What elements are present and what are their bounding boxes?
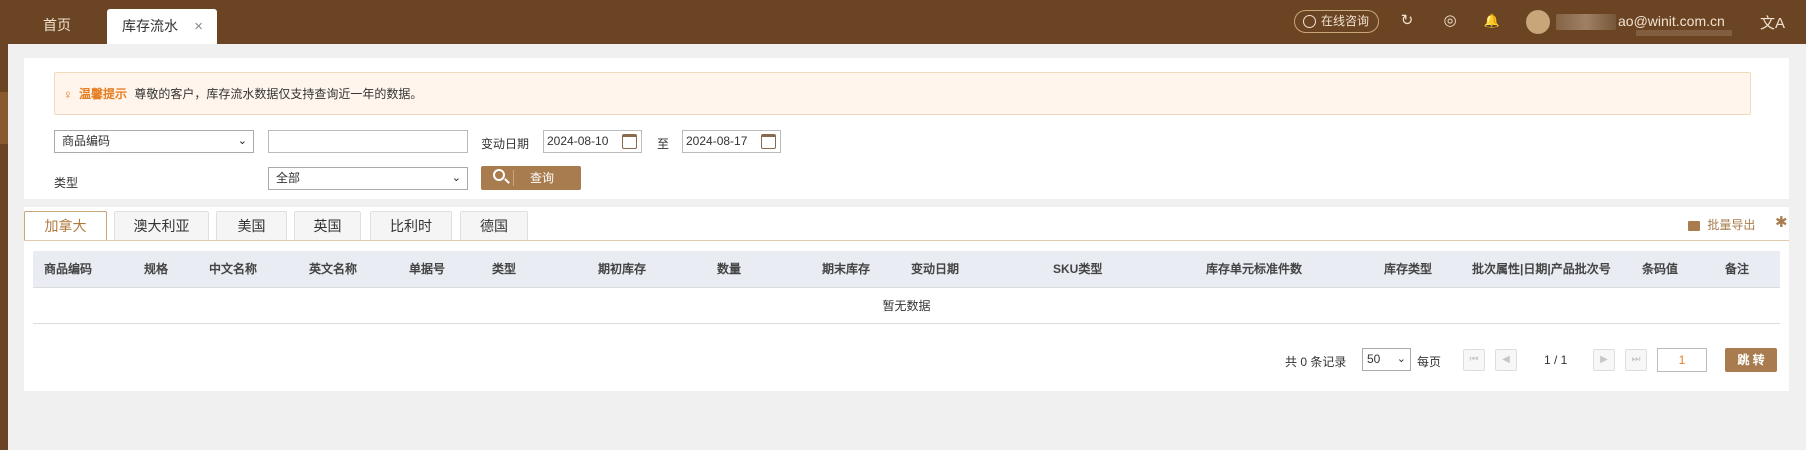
query-button-label: 查询 (530, 171, 555, 185)
col-type[interactable]: 类型 (492, 251, 516, 288)
col-doc-no[interactable]: 单据号 (409, 251, 445, 288)
search-icon (493, 169, 505, 181)
date-to-value: 2024-08-17 (686, 134, 748, 148)
per-page-label: 每页 (1417, 355, 1442, 369)
next-page-icon[interactable]: ▶ (1593, 349, 1615, 371)
notice-title: 温馨提示 (79, 87, 128, 101)
avatar[interactable] (1526, 10, 1550, 34)
notice-text: 尊敬的客户，库存流水数据仅支持查询近一年的数据。 (134, 87, 423, 101)
col-quantity[interactable]: 数量 (717, 251, 741, 288)
tab-belgium[interactable]: 比利时 (370, 211, 452, 240)
col-batch-attr[interactable]: 批次属性|日期|产品批次号 (1472, 251, 1611, 288)
keyword-input[interactable] (268, 130, 468, 153)
tab-home[interactable]: 首页 (22, 0, 92, 44)
total-records: 共 0 条记录 (1285, 355, 1347, 369)
tab-underline (24, 240, 1789, 241)
page-number-input[interactable]: 1 (1657, 348, 1707, 372)
chevron-down-icon: ⌄ (237, 135, 247, 147)
tab-usa[interactable]: 美国 (216, 211, 287, 240)
empty-table-message: 暂无数据 (33, 288, 1780, 324)
online-consult-label: 在线咨询 (1321, 14, 1370, 28)
type-select[interactable]: 全部 ⌄ (268, 167, 468, 190)
shield-check-icon[interactable]: ◎ (1441, 12, 1459, 30)
query-button[interactable]: 查询 (481, 166, 581, 190)
col-closing-stock[interactable]: 期末库存 (822, 251, 870, 288)
col-cn-name[interactable]: 中文名称 (209, 251, 257, 288)
tab-uk[interactable]: 英国 (294, 211, 361, 240)
col-opening-stock[interactable]: 期初库存 (598, 251, 646, 288)
headset-icon (1303, 15, 1316, 28)
tab-inventory-flow-label: 库存流水 (122, 18, 178, 34)
batch-export-button[interactable]: 批量导出 (1688, 216, 1755, 233)
bell-icon[interactable]: 🔔 (1483, 12, 1501, 30)
page-size-value: 50 (1367, 352, 1381, 366)
top-nav-bar: 首页 库存流水 × 在线咨询 ↻ ◎ 🔔 ao@winit.com.cn 文A (0, 0, 1806, 44)
date-label: 变动日期 (481, 137, 530, 151)
page-info: 1 / 1 (1544, 353, 1568, 367)
col-barcode[interactable]: 条码值 (1642, 251, 1678, 288)
tab-canada[interactable]: 加拿大 (24, 211, 107, 240)
type-select-value: 全部 (276, 171, 301, 185)
field-select[interactable]: 商品编码 ⌄ (54, 130, 254, 153)
calendar-icon[interactable] (761, 134, 776, 149)
left-sidebar-highlight[interactable] (0, 92, 8, 144)
refresh-icon[interactable]: ↻ (1398, 12, 1416, 30)
col-remark[interactable]: 备注 (1725, 251, 1749, 288)
close-icon[interactable]: × (194, 9, 203, 44)
batch-export-label: 批量导出 (1707, 218, 1756, 232)
field-select-value: 商品编码 (62, 134, 111, 148)
lightbulb-icon: ♀ (63, 87, 73, 102)
col-change-date[interactable]: 变动日期 (911, 251, 959, 288)
col-en-name[interactable]: 英文名称 (309, 251, 357, 288)
page-size-select[interactable]: 50 ⌄ (1362, 348, 1411, 371)
date-to-input[interactable]: 2024-08-17 (682, 130, 781, 153)
calendar-icon[interactable] (622, 134, 637, 149)
date-from-value: 2024-08-10 (547, 134, 609, 148)
type-label: 类型 (54, 176, 79, 190)
col-sku-code[interactable]: 商品编码 (44, 251, 92, 288)
divider (513, 170, 514, 186)
col-sku-type[interactable]: SKU类型 (1053, 251, 1102, 288)
col-stock-type[interactable]: 库存类型 (1384, 251, 1432, 288)
export-icon (1688, 220, 1700, 231)
tab-germany[interactable]: 德国 (460, 211, 528, 240)
chevron-down-icon: ⌄ (451, 172, 461, 184)
online-consult-button[interactable]: 在线咨询 (1294, 10, 1379, 33)
user-name-redacted (1556, 14, 1616, 30)
jump-button[interactable]: 跳 转 (1725, 348, 1777, 372)
notice-banner: ♀ 温馨提示 尊敬的客户，库存流水数据仅支持查询近一年的数据。 (54, 72, 1751, 115)
last-page-icon[interactable]: ⏭ (1625, 349, 1647, 371)
prev-page-icon[interactable]: ◀ (1495, 349, 1517, 371)
user-email[interactable]: ao@winit.com.cn (1618, 13, 1725, 29)
tab-australia[interactable]: 澳大利亚 (114, 211, 209, 240)
col-unit-std-qty[interactable]: 库存单元标准件数 (1206, 251, 1302, 288)
gear-icon[interactable]: ✱ (1775, 213, 1788, 231)
first-page-icon[interactable]: ⏮ (1463, 349, 1485, 371)
tab-inventory-flow[interactable]: 库存流水 × (107, 9, 217, 44)
date-to-label: 至 (657, 137, 670, 151)
date-from-input[interactable]: 2024-08-10 (543, 130, 642, 153)
table-header: 商品编码 规格 中文名称 英文名称 单据号 类型 期初库存 数量 期末库存 变动… (33, 251, 1780, 288)
user-email-redacted (1636, 30, 1732, 36)
col-spec[interactable]: 规格 (144, 251, 168, 288)
translate-icon[interactable]: 文A (1760, 12, 1785, 33)
chevron-down-icon: ⌄ (1396, 353, 1406, 365)
